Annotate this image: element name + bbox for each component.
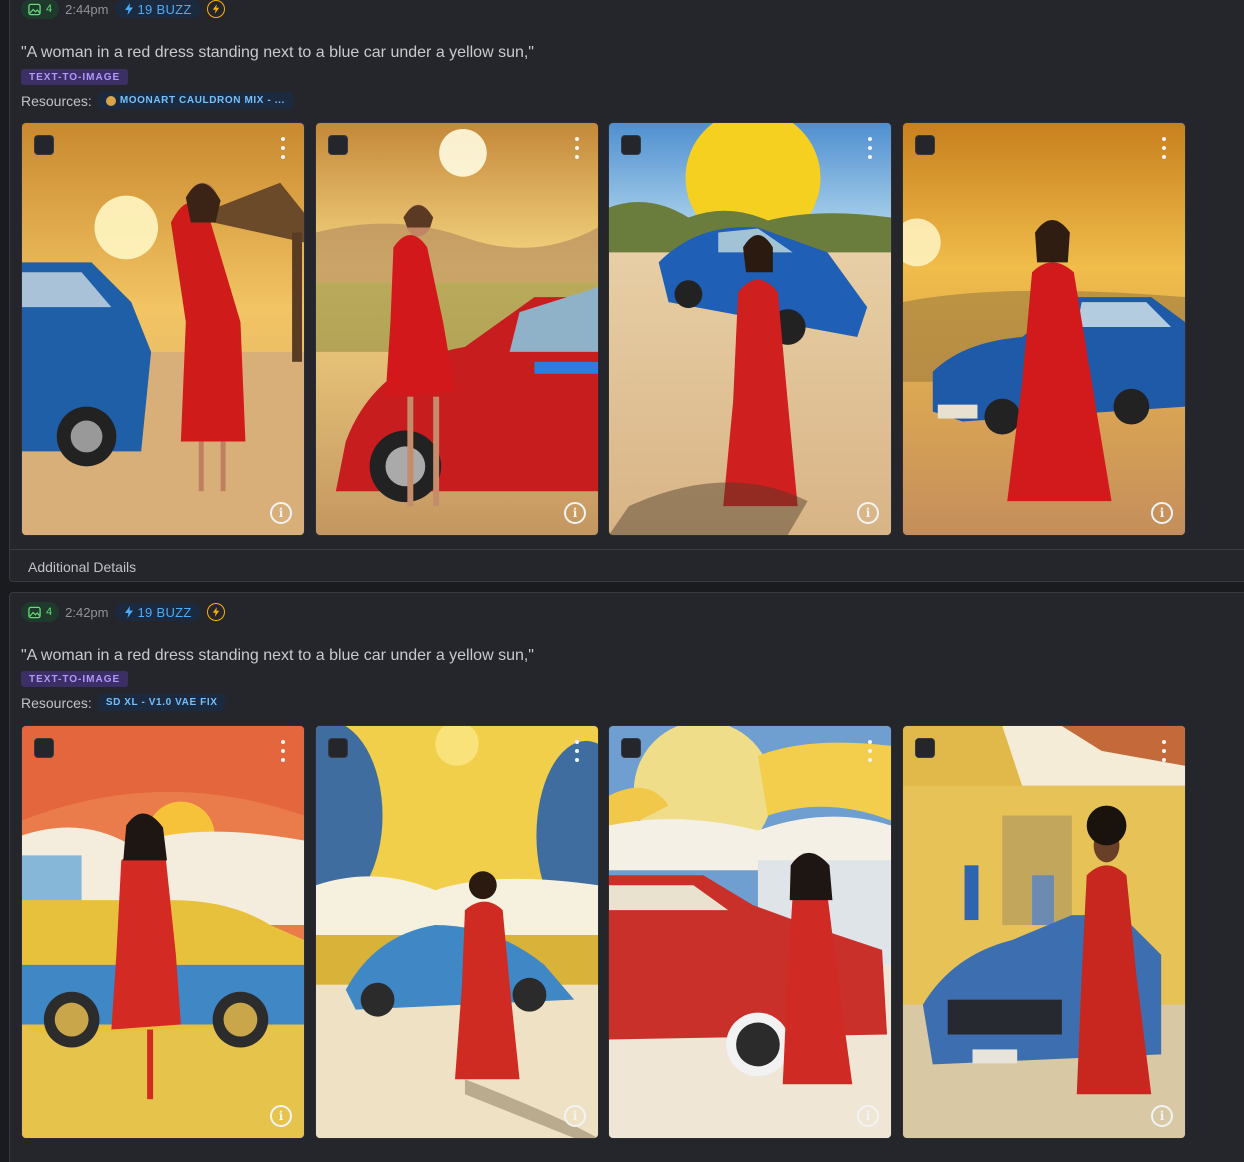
lightning-icon xyxy=(124,3,133,15)
generation-card: 4 2:44pm 19 BUZZ "A woman in a red dress… xyxy=(9,0,1244,582)
lightning-icon xyxy=(124,606,133,618)
resources-label: Resources: xyxy=(21,694,92,711)
image-icon xyxy=(28,606,41,618)
image-count: 4 xyxy=(46,3,53,15)
timestamp: 2:42pm xyxy=(65,604,109,620)
info-icon[interactable]: i xyxy=(270,502,292,524)
prompt-text: "A woman in a red dress standing next to… xyxy=(21,647,534,664)
info-icon[interactable]: i xyxy=(857,502,879,524)
select-checkbox[interactable] xyxy=(328,135,348,155)
select-checkbox[interactable] xyxy=(621,738,641,758)
info-icon[interactable]: i xyxy=(1151,502,1173,524)
generated-image[interactable] xyxy=(316,123,598,535)
image-tile[interactable]: i xyxy=(21,122,305,536)
more-options-icon[interactable] xyxy=(280,740,286,762)
more-options-icon[interactable] xyxy=(1161,740,1167,762)
additional-details-toggle[interactable]: Additional Details xyxy=(10,549,1244,583)
image-tile[interactable]: i xyxy=(902,725,1186,1139)
info-icon[interactable]: i xyxy=(1151,1105,1173,1127)
image-tile[interactable]: i xyxy=(608,122,892,536)
image-grid: i i i i xyxy=(21,725,1186,1139)
image-tile[interactable]: i xyxy=(21,725,305,1139)
more-options-icon[interactable] xyxy=(574,740,580,762)
generated-image[interactable] xyxy=(903,726,1185,1138)
timestamp: 2:44pm xyxy=(65,1,109,17)
select-checkbox[interactable] xyxy=(621,135,641,155)
image-tile[interactable]: i xyxy=(902,122,1186,536)
generated-image[interactable] xyxy=(609,123,891,535)
buzz-cost-badge: 19 BUZZ xyxy=(114,603,201,621)
select-checkbox[interactable] xyxy=(34,135,54,155)
meta-row: 4 2:44pm 19 BUZZ xyxy=(21,0,225,19)
additional-details-label: Additional Details xyxy=(28,558,137,575)
more-options-icon[interactable] xyxy=(867,740,873,762)
more-options-icon[interactable] xyxy=(867,137,873,159)
generated-image[interactable] xyxy=(903,123,1185,535)
generated-image[interactable] xyxy=(22,123,304,535)
boost-icon[interactable] xyxy=(206,0,225,18)
boost-icon[interactable] xyxy=(206,603,225,621)
buzz-amount: 19 BUZZ xyxy=(137,1,192,17)
info-icon[interactable]: i xyxy=(564,1105,586,1127)
resources-label: Resources: xyxy=(21,92,92,109)
resources-row: Resources: SD XL - V1.0 VAE FIX xyxy=(21,694,226,711)
resource-name: SD XL - V1.0 VAE FIX xyxy=(105,697,218,708)
select-checkbox[interactable] xyxy=(915,738,935,758)
info-icon[interactable]: i xyxy=(857,1105,879,1127)
resources-row: Resources: MOONART CAULDRON MIX - ... xyxy=(21,92,293,109)
select-checkbox[interactable] xyxy=(328,738,348,758)
resource-name: MOONART CAULDRON MIX - ... xyxy=(119,95,285,106)
more-options-icon[interactable] xyxy=(280,137,286,159)
image-grid: i i i i xyxy=(21,122,1186,536)
meta-row: 4 2:42pm 19 BUZZ xyxy=(21,602,225,622)
select-checkbox[interactable] xyxy=(34,738,54,758)
resource-badge[interactable]: SD XL - V1.0 VAE FIX xyxy=(97,694,226,711)
info-icon[interactable]: i xyxy=(270,1105,292,1127)
generation-card: 4 2:42pm 19 BUZZ "A woman in a red dress… xyxy=(9,592,1244,1162)
select-checkbox[interactable] xyxy=(915,135,935,155)
image-count: 4 xyxy=(46,606,53,618)
type-tag: TEXT-TO-IMAGE xyxy=(21,671,129,687)
image-count-badge: 4 xyxy=(21,602,60,622)
generated-image[interactable] xyxy=(22,726,304,1138)
image-tile[interactable]: i xyxy=(608,725,892,1139)
type-tag: TEXT-TO-IMAGE xyxy=(21,69,129,85)
image-tile[interactable]: i xyxy=(315,725,599,1139)
image-icon xyxy=(28,3,41,15)
generated-image[interactable] xyxy=(609,726,891,1138)
prompt-text: "A woman in a red dress standing next to… xyxy=(21,44,534,61)
image-tile[interactable]: i xyxy=(315,122,599,536)
more-options-icon[interactable] xyxy=(574,137,580,159)
image-count-badge: 4 xyxy=(21,0,60,19)
more-options-icon[interactable] xyxy=(1161,137,1167,159)
info-icon[interactable]: i xyxy=(564,502,586,524)
buzz-cost-badge: 19 BUZZ xyxy=(114,0,201,18)
generated-image[interactable] xyxy=(316,726,598,1138)
buzz-amount: 19 BUZZ xyxy=(137,604,192,620)
bear-face-icon xyxy=(105,95,116,106)
resource-badge[interactable]: MOONART CAULDRON MIX - ... xyxy=(97,92,293,109)
